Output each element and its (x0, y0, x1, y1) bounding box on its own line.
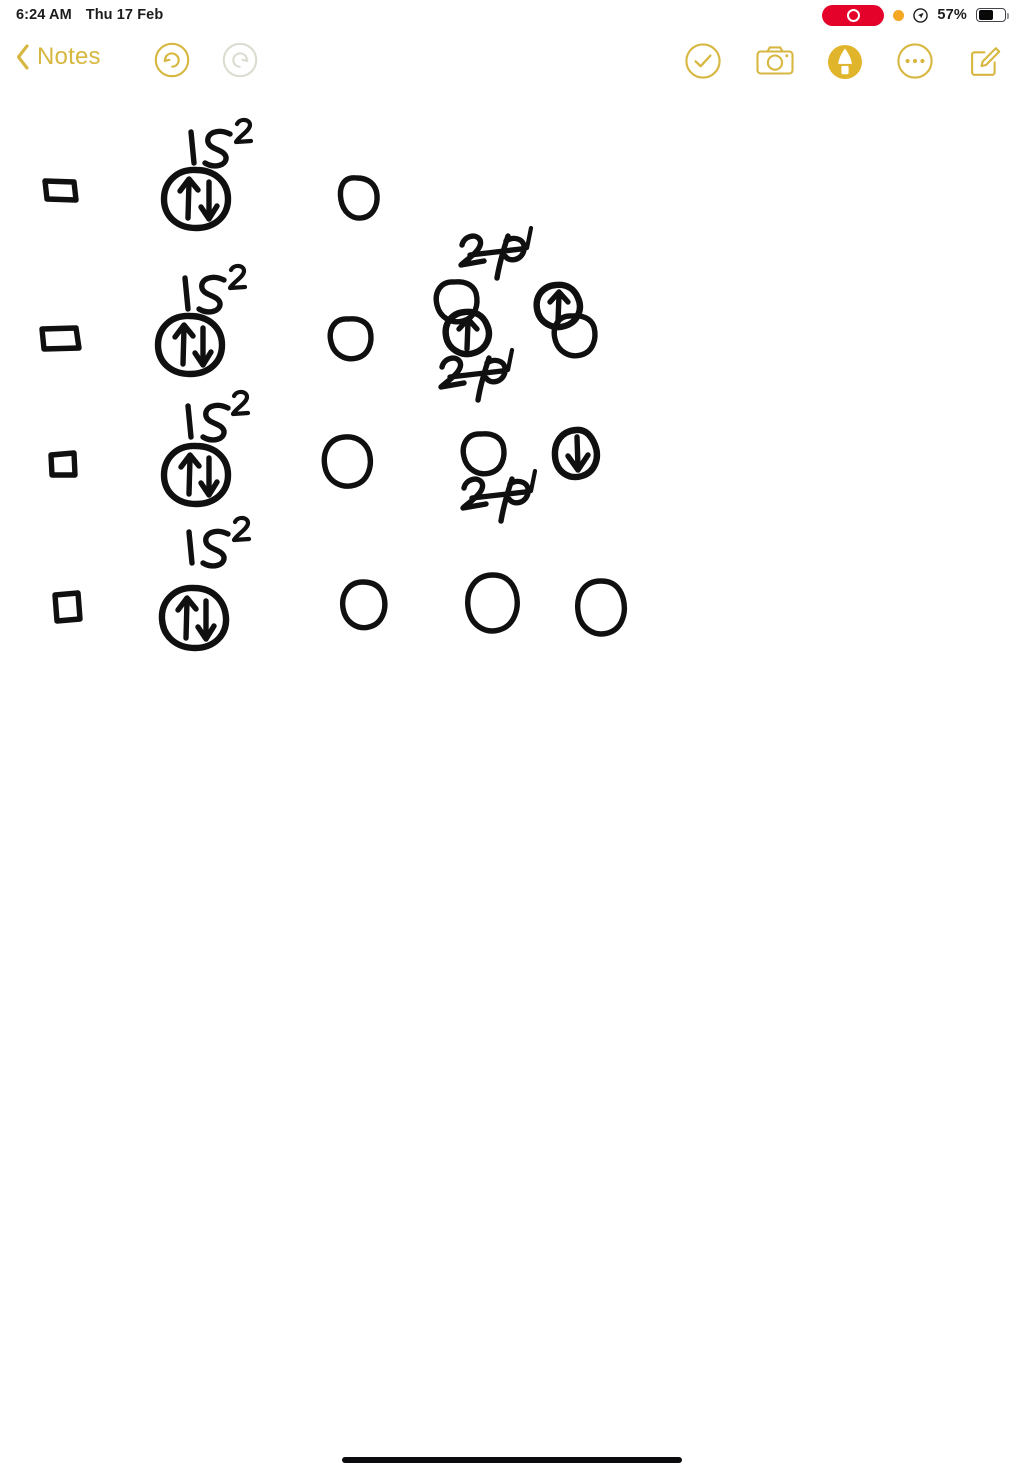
orbital-1-row-3 (160, 442, 232, 508)
screen-recording-indicator[interactable] (822, 4, 885, 26)
battery-percentage: 57% (937, 7, 967, 23)
ipad-notes-screen: 6:24 AM Thu 17 Feb 57% Notes (0, 0, 1024, 1476)
status-time: 6:24 AM (16, 7, 72, 23)
home-indicator[interactable] (342, 1457, 682, 1463)
element-box-row-4 (52, 590, 83, 624)
label-1s2-row-2 (182, 263, 248, 315)
back-button-label: Notes (37, 43, 101, 70)
status-date: Thu 17 Feb (85, 7, 164, 23)
label-2p1-row-1 (458, 225, 534, 281)
undo-circle-icon[interactable] (152, 40, 192, 80)
element-box-row-3 (48, 450, 78, 478)
orbital-row-2 (39, 263, 598, 403)
privacy-orange-dot-icon (893, 9, 905, 21)
orbital-1-row-2 (154, 312, 226, 378)
orbital-2-row-3 (321, 434, 374, 489)
label-1s2-row-1 (188, 117, 254, 169)
chevron-left-icon (16, 44, 29, 70)
orbital-2-row-4 (339, 579, 388, 631)
ellipsis-circle-icon[interactable] (894, 40, 936, 82)
record-circle-icon (846, 8, 860, 22)
orbital-1-row-1 (160, 166, 232, 232)
location-arrow-icon (913, 7, 929, 23)
status-bar-left: 6:24 AM Thu 17 Feb (16, 7, 163, 23)
element-box-row-1 (42, 178, 79, 203)
redo-circle-icon (222, 42, 258, 78)
orbital-3-row-4 (465, 572, 520, 634)
orbital-1-row-4 (158, 584, 230, 652)
orbital-3-row-2 (442, 308, 493, 358)
orbital-2-row-2 (327, 316, 374, 362)
checkmark-circle-icon[interactable] (682, 40, 724, 82)
orbital-3-row-3 (460, 431, 507, 477)
status-bar: 6:24 AM Thu 17 Feb 57% (0, 0, 1024, 30)
battery-icon (976, 7, 1009, 23)
compose-square-icon[interactable] (964, 40, 1006, 82)
orbital-row-4 (52, 515, 628, 652)
handwriting-ink-layer (39, 117, 628, 652)
status-bar-right: 57% (822, 4, 1009, 26)
orbital-4-row-4 (575, 578, 628, 637)
element-box-row-2 (39, 325, 82, 352)
label-1s2-row-3 (185, 389, 251, 443)
label-2p1-row-2 (438, 347, 515, 403)
orbital-row-1 (42, 117, 584, 331)
orbital-2-row-1 (337, 175, 380, 221)
label-2p1-row-3 (460, 468, 538, 524)
orbital-row-3 (48, 389, 601, 524)
back-to-notes-button[interactable]: Notes (14, 42, 101, 72)
notes-toolbar: Notes (0, 34, 1024, 90)
orbital-4-row-3 (551, 426, 601, 481)
note-canvas[interactable] (0, 90, 1024, 1440)
markup-pen-icon[interactable] (823, 40, 867, 84)
camera-icon[interactable] (753, 40, 797, 82)
label-1s2-row-4 (186, 515, 252, 569)
